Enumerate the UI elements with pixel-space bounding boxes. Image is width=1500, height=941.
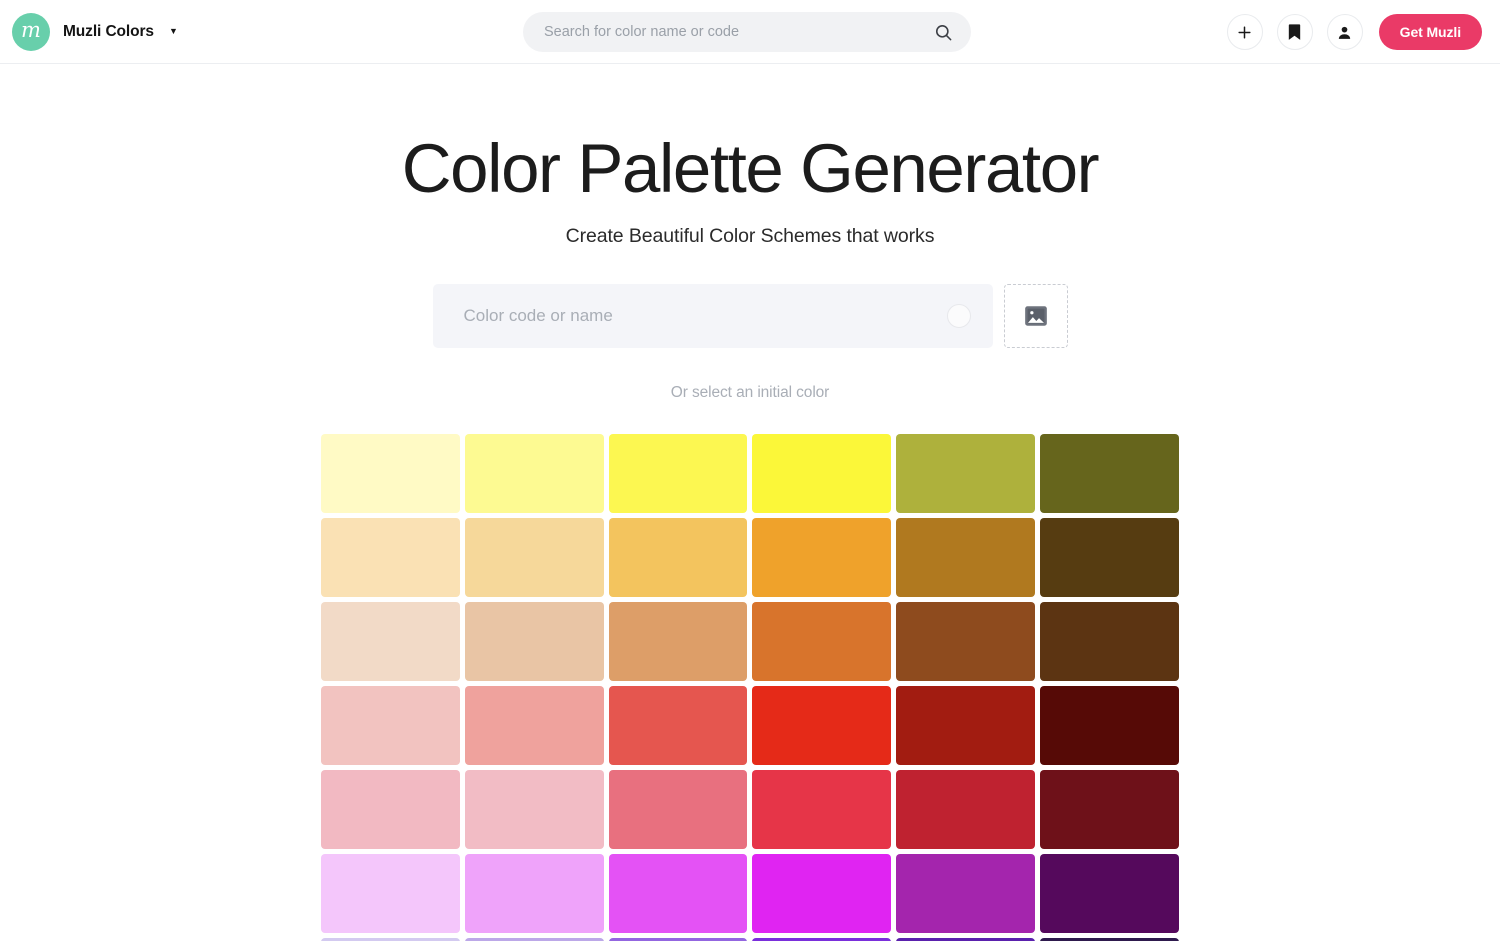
color-swatch[interactable] bbox=[608, 770, 748, 850]
color-swatch[interactable] bbox=[896, 686, 1036, 766]
person-icon bbox=[1339, 26, 1351, 39]
upload-image-button[interactable] bbox=[1003, 284, 1068, 349]
color-swatch[interactable] bbox=[752, 602, 892, 682]
color-swatch[interactable] bbox=[608, 602, 748, 682]
account-button[interactable] bbox=[1326, 14, 1363, 50]
color-swatch[interactable] bbox=[464, 770, 604, 850]
color-swatch[interactable] bbox=[896, 770, 1036, 850]
color-swatch[interactable] bbox=[896, 518, 1036, 598]
brand[interactable]: m Muzli Colors ▼ bbox=[12, 0, 178, 64]
color-swatch[interactable] bbox=[464, 854, 604, 934]
color-swatch[interactable] bbox=[752, 434, 892, 514]
color-swatch[interactable] bbox=[321, 602, 460, 682]
muzli-logo-icon: m bbox=[12, 12, 50, 51]
color-code-input[interactable] bbox=[463, 306, 947, 327]
search-bar[interactable] bbox=[523, 12, 971, 52]
color-swatch[interactable] bbox=[321, 854, 460, 934]
search-input[interactable] bbox=[544, 24, 934, 40]
swatch-row-red bbox=[321, 686, 1179, 766]
color-swatch[interactable] bbox=[608, 686, 748, 766]
plus-icon bbox=[1238, 25, 1251, 39]
search-box[interactable] bbox=[523, 12, 971, 52]
color-swatch[interactable] bbox=[321, 434, 460, 514]
page-title: Color Palette Generator bbox=[401, 130, 1100, 207]
color-swatch[interactable] bbox=[464, 518, 604, 598]
color-swatch[interactable] bbox=[896, 602, 1036, 682]
color-swatch[interactable] bbox=[752, 686, 892, 766]
color-swatch[interactable] bbox=[321, 686, 460, 766]
color-swatch[interactable] bbox=[1040, 770, 1179, 850]
color-input-row bbox=[0, 284, 1500, 349]
color-swatch[interactable] bbox=[608, 854, 748, 934]
color-swatch[interactable] bbox=[1040, 602, 1179, 682]
color-swatch[interactable] bbox=[1040, 686, 1179, 766]
add-button[interactable] bbox=[1226, 14, 1263, 50]
hero-section: Color Palette Generator Create Beautiful… bbox=[0, 130, 1500, 402]
color-swatch[interactable] bbox=[752, 770, 892, 850]
color-swatch[interactable] bbox=[464, 434, 604, 514]
color-preview-swatch bbox=[946, 304, 971, 329]
color-code-field[interactable] bbox=[432, 284, 993, 349]
swatch-row-orange bbox=[321, 518, 1179, 598]
select-initial-color-hint: Or select an initial color bbox=[670, 384, 830, 402]
brand-name: Muzli Colors bbox=[63, 22, 154, 40]
color-swatch[interactable] bbox=[1040, 518, 1179, 598]
header-actions: Get Muzli bbox=[1226, 0, 1482, 64]
swatch-row-tan-brown bbox=[321, 602, 1179, 682]
chevron-down-icon[interactable]: ▼ bbox=[169, 27, 178, 36]
swatch-row-magenta bbox=[321, 854, 1179, 934]
get-muzli-button[interactable]: Get Muzli bbox=[1378, 14, 1482, 50]
color-swatch[interactable] bbox=[896, 854, 1036, 934]
swatch-row-crimson-pink bbox=[321, 770, 1179, 850]
page-subtitle: Create Beautiful Color Schemes that work… bbox=[565, 225, 935, 248]
image-icon bbox=[1024, 306, 1047, 327]
color-swatch[interactable] bbox=[464, 686, 604, 766]
color-swatch[interactable] bbox=[1040, 434, 1179, 514]
bookmark-icon bbox=[1288, 23, 1301, 40]
search-icon[interactable] bbox=[934, 23, 953, 42]
color-swatch[interactable] bbox=[608, 434, 748, 514]
color-swatch[interactable] bbox=[752, 854, 892, 934]
color-swatch[interactable] bbox=[321, 770, 460, 850]
color-swatch[interactable] bbox=[1040, 854, 1179, 934]
color-swatch[interactable] bbox=[321, 518, 460, 598]
app-header: m Muzli Colors ▼ Search for color name o… bbox=[0, 0, 1500, 64]
color-swatch[interactable] bbox=[464, 602, 604, 682]
swatch-row-yellow bbox=[321, 434, 1179, 514]
color-swatch-grid bbox=[321, 434, 1179, 941]
color-swatch[interactable] bbox=[608, 518, 748, 598]
color-swatch[interactable] bbox=[752, 518, 892, 598]
bookmarks-button[interactable] bbox=[1276, 14, 1313, 50]
color-swatch[interactable] bbox=[896, 434, 1036, 514]
